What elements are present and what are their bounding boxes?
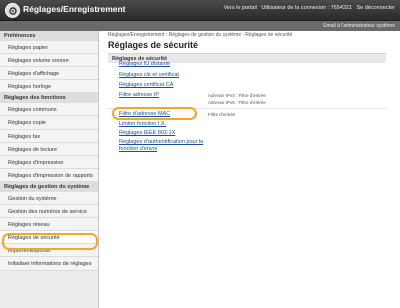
link-ieee8021x-settings[interactable]: Réglages IEEE 802.1X	[119, 130, 175, 136]
sidebar-item-fax[interactable]: Réglages fax	[0, 129, 98, 143]
link-key-certificate-settings[interactable]: Réglages clé et certificat	[119, 72, 179, 78]
logout-link[interactable]: Se déconnecter	[356, 5, 395, 11]
sidebar-item-display[interactable]: Réglages d'affichage	[0, 67, 98, 81]
sidebar-item-system-management[interactable]: Gestion du système	[0, 191, 98, 206]
link-ca-certificate-settings[interactable]: Réglages certificat CA	[119, 82, 173, 88]
sidebar-item-volume[interactable]: Réglages volume sonore	[0, 54, 98, 68]
page-title: Réglages de sécurité	[108, 40, 199, 50]
sidebar-item-report-print[interactable]: Réglages d'impression de rapports	[0, 168, 98, 182]
main-content: Réglages/Enregistrement : Réglages de ge…	[100, 31, 400, 308]
sidebar-header-preferences: Préférences	[0, 31, 98, 41]
mac-filter-note: Filtre d'entrée	[208, 112, 236, 117]
sidebar-security-highlight	[2, 233, 98, 250]
sidebar-header-management: Réglages de gestion du système	[0, 181, 98, 192]
link-send-auth-settings[interactable]: Réglages d'authentification pour la	[119, 139, 203, 145]
sidebar-item-network[interactable]: Réglages réseau	[0, 218, 98, 232]
link-ip-address-filter[interactable]: Filtre adresse IP	[119, 92, 159, 98]
link-send-auth-settings-cont[interactable]: fonction d'envoi	[119, 146, 157, 152]
breadcrumb: Réglages/Enregistrement : Réglages de ge…	[108, 32, 293, 38]
link-ix-function-limit[interactable]: Limiter fonction I.X.	[119, 121, 166, 127]
top-bar: Réglages/Enregistrement Vers le portail …	[0, 0, 400, 21]
sidebar-item-service-numbers[interactable]: Gestion des numéros de service	[0, 205, 98, 219]
admin-mail-link[interactable]: Email à l'administrateur système	[323, 23, 395, 29]
sidebar-header-functions: Réglages des fonctions	[0, 93, 98, 104]
mac-filter-highlight	[112, 107, 197, 120]
portal-link[interactable]: Vers le portail	[224, 5, 257, 11]
sidebar: Préférences Réglages papier Réglages vol…	[0, 31, 99, 308]
sidebar-item-scan[interactable]: Réglages de lecture	[0, 142, 98, 156]
login-user-label: Utilisateur de la connexion : 7654321	[261, 5, 352, 11]
sidebar-item-initialize[interactable]: Initialiser informations de réglages	[0, 257, 98, 271]
sidebar-item-common[interactable]: Réglages communs	[0, 103, 98, 117]
sidebar-item-print[interactable]: Réglages d'impression	[0, 155, 98, 169]
sub-bar: Email à l'administrateur système	[0, 21, 400, 31]
app-title: Réglages/Enregistrement	[23, 4, 126, 14]
ipv6-filter-note: Adresse IPv6 : Filtre d'entrée	[208, 100, 266, 105]
ipv4-filter-note: Adresse IPv4 : Filtre d'entrée	[208, 93, 266, 98]
settings-app-icon	[5, 3, 20, 18]
header-links: Vers le portail Utilisateur de la connex…	[221, 5, 395, 11]
sidebar-item-clock[interactable]: Réglages horloge	[0, 80, 98, 94]
sidebar-item-copy[interactable]: Réglages copie	[0, 116, 98, 130]
sidebar-item-paper[interactable]: Réglages papier	[0, 41, 98, 55]
link-remote-ui-settings[interactable]: Réglages IU distante	[119, 61, 170, 67]
